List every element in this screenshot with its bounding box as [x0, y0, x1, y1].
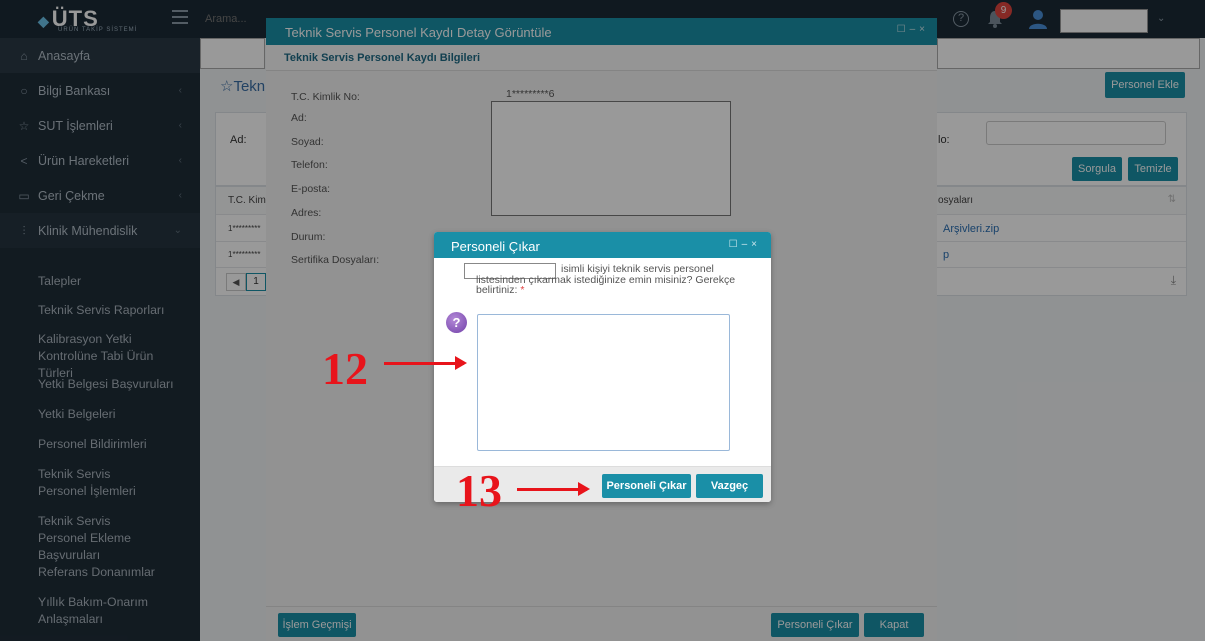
confirm-message-line3: belirtiniz: [476, 284, 518, 296]
cancel-button[interactable]: Vazgeç [696, 474, 763, 498]
question-icon: ? [446, 312, 467, 333]
confirm-remove-dialog: Personeli Çıkar ☐–× isimli kişiyi teknik… [434, 232, 771, 502]
annotation-arrow-13 [517, 482, 590, 496]
confirm-message: isimli kişiyi teknik servis personel lis… [476, 264, 761, 296]
annotation-step-13: 13 [456, 465, 502, 516]
confirm-dialog-titlebar[interactable]: Personeli Çıkar ☐–× [434, 232, 771, 258]
reason-textarea[interactable] [477, 314, 730, 451]
confirm-message-line1: isimli kişiyi teknik servis personel [561, 263, 714, 275]
annotation-step-12: 12 [322, 343, 368, 394]
confirm-remove-personnel-button[interactable]: Personeli Çıkar [602, 474, 691, 498]
required-asterisk: * [520, 284, 525, 296]
window-controls: ☐–× [729, 239, 761, 250]
confirm-dialog-title: Personeli Çıkar [451, 239, 540, 254]
maximize-icon[interactable]: ☐ [729, 239, 742, 250]
close-icon[interactable]: × [751, 239, 761, 250]
minimize-icon[interactable]: – [742, 239, 752, 250]
annotation-arrow-12 [384, 356, 467, 370]
